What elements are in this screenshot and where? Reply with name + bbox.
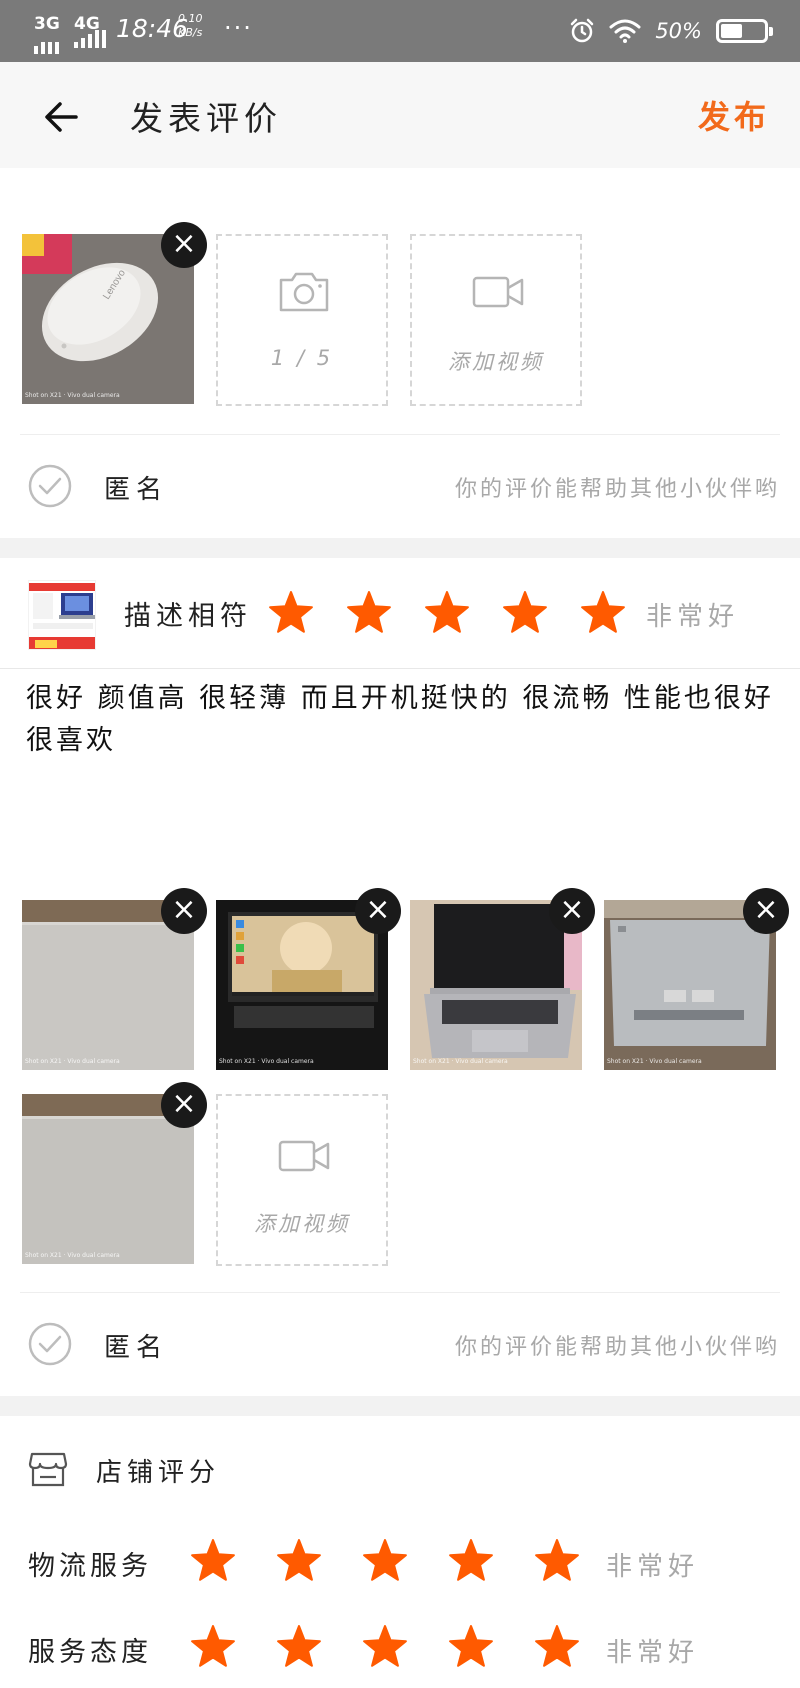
star-icon[interactable] — [448, 1538, 494, 1584]
anonymous-label: 匿名 — [104, 475, 169, 505]
star-icon[interactable] — [534, 1538, 580, 1584]
logistics-rating-text: 非常好 — [606, 1552, 700, 1582]
video-camera-icon — [278, 1140, 330, 1172]
star-icon[interactable] — [276, 1538, 322, 1584]
product-rating-text: 非常好 — [646, 602, 740, 632]
star-icon[interactable] — [190, 1624, 236, 1670]
photo-watermark: Shot on X21 · Vivo dual camera — [25, 1058, 120, 1065]
publish-button[interactable]: 发布 — [698, 92, 770, 138]
more-notifications-icon: ··· — [224, 14, 253, 42]
service-rating-text: 非常好 — [606, 1638, 700, 1668]
anonymous-hint: 你的评价能帮助其他小伙伴哟 — [454, 477, 780, 502]
signal-3g-icon — [34, 30, 59, 54]
battery-level — [721, 24, 742, 38]
wifi-icon — [609, 19, 641, 43]
photo-watermark: Shot on X21 · Vivo dual camera — [25, 392, 120, 399]
shop-rating-title: 店铺评分 — [96, 1458, 221, 1488]
nav-bar: 发表评价 发布 — [0, 62, 800, 168]
star-icon[interactable] — [362, 1538, 408, 1584]
photo-watermark: Shot on X21 · Vivo dual camera — [219, 1058, 314, 1065]
network-speed-value: 0.10 — [178, 12, 203, 25]
anonymous-label: 匿名 — [104, 1333, 169, 1363]
network-speed-unit: KB/s — [178, 26, 203, 39]
remove-photo-button[interactable]: × — [161, 888, 207, 934]
logistics-rating-label: 物流服务 — [28, 1551, 152, 1582]
status-bar: 3G 4G 18:46 0.10 KB/s ··· 50% — [0, 0, 800, 62]
network-speed: 0.10 KB/s — [178, 12, 203, 40]
star-icon[interactable] — [268, 590, 314, 636]
remove-photo-button[interactable]: × — [549, 888, 595, 934]
battery-icon — [716, 19, 773, 43]
remove-photo-button[interactable]: × — [743, 888, 789, 934]
photo-watermark: Shot on X21 · Vivo dual camera — [25, 1252, 120, 1259]
anonymous-hint: 你的评价能帮助其他小伙伴哟 — [454, 1335, 780, 1360]
shop-rating-section: 店铺评分 物流服务 非常好 服务态度 非常好 — [0, 1416, 800, 1688]
photo-count: 1 / 5 — [270, 346, 334, 370]
star-icon[interactable] — [190, 1538, 236, 1584]
anonymous-row[interactable]: 匿名 你的评价能帮助其他小伙伴哟 — [20, 434, 780, 536]
alarm-icon — [571, 18, 594, 43]
remove-photo-button[interactable]: × — [355, 888, 401, 934]
star-icon[interactable] — [362, 1624, 408, 1670]
add-video-label: 添加视频 — [448, 350, 544, 374]
camera-icon — [279, 272, 329, 312]
check-circle-icon[interactable] — [28, 464, 72, 508]
divider — [0, 668, 800, 669]
product-thumbnail-image — [29, 581, 95, 649]
star-icon[interactable] — [502, 590, 548, 636]
rating-label: 描述相符 — [124, 601, 252, 632]
photo-watermark: Shot on X21 · Vivo dual camera — [607, 1058, 702, 1065]
add-video-button[interactable]: 添加视频 — [410, 234, 582, 406]
star-icon[interactable] — [534, 1624, 580, 1670]
check-circle-icon[interactable] — [28, 1322, 72, 1366]
remove-photo-button[interactable]: × — [161, 222, 207, 268]
product-image — [28, 580, 96, 650]
add-video-label: 添加视频 — [254, 1212, 350, 1236]
service-rating-label: 服务态度 — [28, 1637, 152, 1668]
photo-watermark: Shot on X21 · Vivo dual camera — [413, 1058, 508, 1065]
upload-section-top: Lenovo Shot on X21 · Vivo dual camera × … — [0, 168, 800, 538]
battery-percent: 50% — [655, 19, 702, 43]
remove-photo-button[interactable]: × — [161, 1082, 207, 1128]
video-camera-icon — [472, 276, 524, 308]
star-icon[interactable] — [448, 1624, 494, 1670]
product-review-section: 描述相符 非常好 很好 颜值高 很轻薄 而且开机挺快的 很流畅 性能也很好 很喜… — [0, 558, 800, 1396]
add-video-button[interactable]: 添加视频 — [216, 1094, 388, 1266]
star-icon[interactable] — [580, 590, 626, 636]
arrow-left-icon[interactable] — [40, 95, 84, 139]
star-icon[interactable] — [346, 590, 392, 636]
star-icon[interactable] — [424, 590, 470, 636]
store-icon — [28, 1452, 68, 1487]
anonymous-row[interactable]: 匿名 你的评价能帮助其他小伙伴哟 — [20, 1292, 780, 1394]
star-icon[interactable] — [276, 1624, 322, 1670]
page-title: 发表评价 — [130, 99, 282, 138]
review-text-input[interactable]: 很好 颜值高 很轻薄 而且开机挺快的 很流畅 性能也很好 很喜欢 — [26, 678, 778, 762]
signal-4g-icon — [74, 24, 106, 48]
add-photo-button[interactable]: 1 / 5 — [216, 234, 388, 406]
